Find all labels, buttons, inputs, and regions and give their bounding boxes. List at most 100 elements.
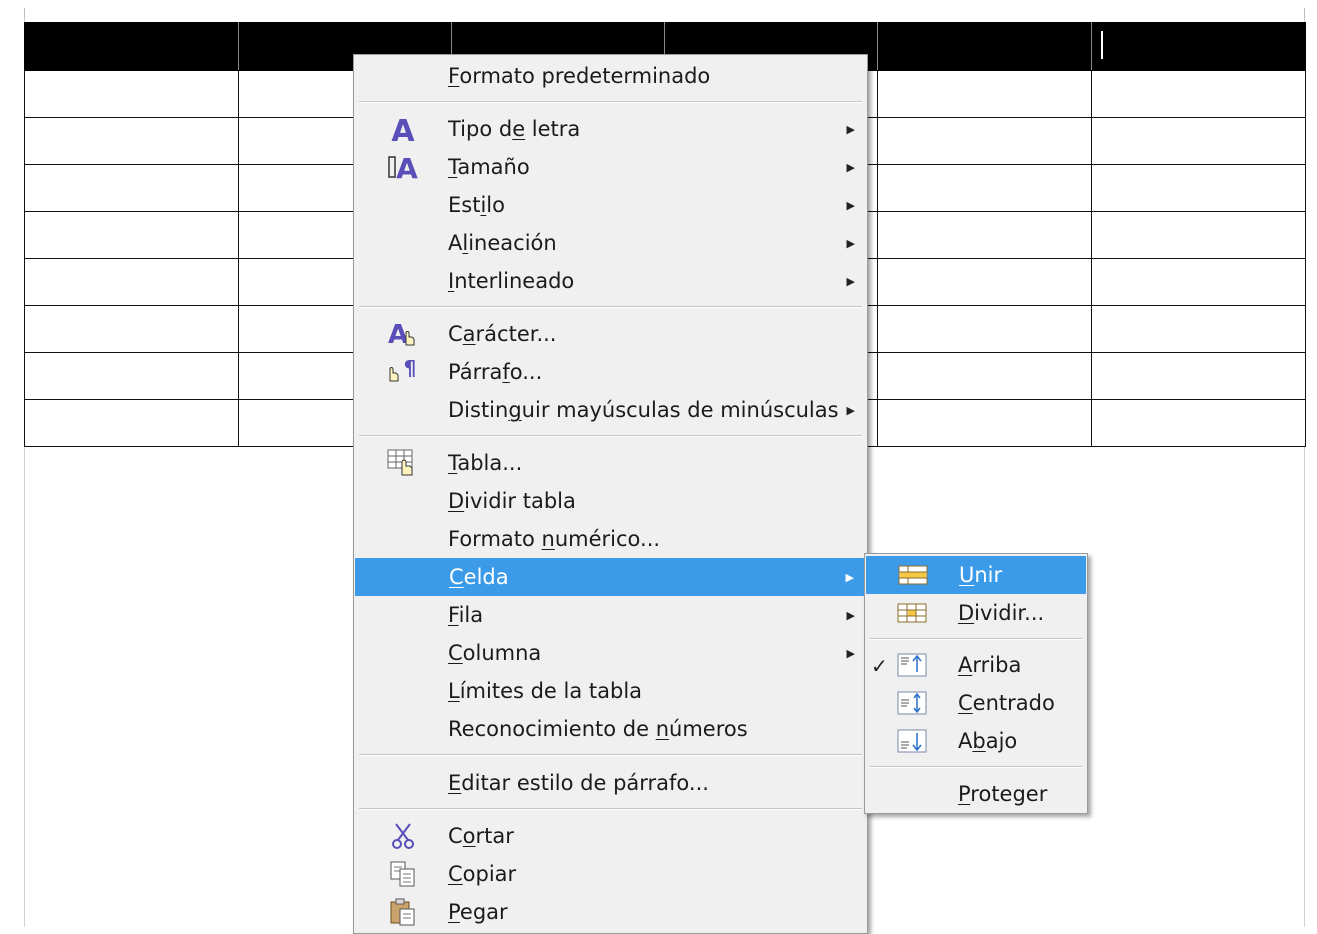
menu-item-label: Columna [448,641,542,665]
menu-item-tipo-de-letra[interactable]: A Tipo de letra ▶ [354,110,867,148]
menu-item-label: Interlineado [448,269,575,293]
cell-submenu: Unir Dividir... ✓ Arriba Centrado Abajo … [864,553,1088,814]
menu-item-parrafo[interactable]: ¶ Párrafo... [354,353,867,391]
submenu-item-proteger[interactable]: Proteger [865,775,1087,813]
submenu-arrow-icon: ▶ [845,570,854,584]
menu-item-label: Dividir tabla [448,489,576,513]
table-cell[interactable] [877,305,1092,353]
paragraph-icon: ¶ [386,357,420,387]
align-top-icon [895,650,929,680]
menu-item-label: Celda [449,565,509,589]
table-cell[interactable] [24,211,239,259]
table-cell[interactable] [1091,352,1306,400]
table-cell[interactable] [24,22,239,71]
menu-item-formato-numerico[interactable]: Formato numérico... [354,520,867,558]
menu-item-limites-de-la-tabla[interactable]: Límites de la tabla [354,672,867,710]
menu-item-alineacion[interactable]: Alineación ▶ [354,224,867,262]
submenu-item-centrado[interactable]: Centrado [865,684,1087,722]
menu-item-formato-predeterminado[interactable]: Formato predeterminado [354,57,867,95]
menu-item-copiar[interactable]: Copiar [354,855,867,893]
table-cell[interactable] [24,117,239,165]
table-cell[interactable] [1091,258,1306,306]
submenu-arrow-icon: ▶ [846,646,855,660]
table-cell[interactable] [877,164,1092,212]
text-cursor [1101,31,1103,59]
menu-item-celda[interactable]: Celda ▶ [355,558,866,596]
menu-item-label: Cortar [448,824,514,848]
table-cell[interactable] [877,258,1092,306]
paste-icon [386,897,420,927]
menu-item-label: Formato predeterminado [448,64,711,88]
submenu-item-abajo[interactable]: Abajo [865,722,1087,760]
menu-item-label: Límites de la tabla [448,679,643,703]
menu-item-caracter[interactable]: A Carácter... [354,315,867,353]
table-cell[interactable] [877,117,1092,165]
menu-item-label: Formato numérico... [448,527,661,551]
menu-item-label: Estilo [448,193,505,217]
submenu-item-unir[interactable]: Unir [866,556,1086,594]
submenu-arrow-icon: ▶ [846,608,855,622]
menu-item-label: Tipo de letra [448,117,581,141]
submenu-arrow-icon: ▶ [846,122,855,136]
menu-item-label: Alineación [448,231,557,255]
submenu-arrow-icon: ▶ [846,236,855,250]
menu-item-columna[interactable]: Columna ▶ [354,634,867,672]
menu-item-label: Pegar [448,900,508,924]
menu-item-distinguir-mayusculas[interactable]: Distinguir mayúsculas de minúsculas ▶ [354,391,867,429]
menu-item-dividir-tabla[interactable]: Dividir tabla [354,482,867,520]
submenu-item-arriba[interactable]: ✓ Arriba [865,646,1087,684]
menu-item-pegar[interactable]: Pegar [354,893,867,931]
table-cell[interactable] [1091,117,1306,165]
copy-icon [386,859,420,889]
table-cell[interactable] [877,70,1092,118]
menu-item-fila[interactable]: Fila ▶ [354,596,867,634]
table-cell[interactable] [1091,305,1306,353]
table-cell[interactable] [1091,399,1306,447]
table-cell[interactable] [1091,22,1306,71]
menu-item-tabla[interactable]: Tabla... [354,444,867,482]
menu-item-cortar[interactable]: Cortar [354,817,867,855]
menu-item-label: Editar estilo de párrafo... [448,771,709,795]
menu-item-reconocimiento-de-numeros[interactable]: Reconocimiento de números [354,710,867,748]
menu-item-label: Reconocimiento de números [448,717,748,741]
submenu-arrow-icon: ▶ [846,403,855,417]
submenu-item-label: Centrado [958,691,1055,715]
menu-separator [359,435,862,437]
table-cell[interactable] [24,352,239,400]
submenu-item-dividir[interactable]: Dividir... [865,594,1087,632]
table-cell[interactable] [877,22,1092,71]
menu-separator [359,754,862,756]
submenu-item-label: Unir [959,563,1003,587]
submenu-item-label: Dividir... [958,601,1045,625]
menu-item-tamano[interactable]: A Tamaño ▶ [354,148,867,186]
corner-mark [1304,8,1305,18]
table-cell[interactable] [24,399,239,447]
submenu-arrow-icon: ▶ [846,198,855,212]
table-cell[interactable] [24,164,239,212]
align-center-icon [895,688,929,718]
svg-text:¶: ¶ [404,357,417,380]
table-cell[interactable] [877,399,1092,447]
table-cell[interactable] [877,352,1092,400]
svg-text:A: A [388,320,408,349]
merge-cells-icon [896,560,930,590]
table-cell[interactable] [24,70,239,118]
font-icon: A [386,114,420,144]
menu-item-editar-estilo-de-parrafo[interactable]: Editar estilo de párrafo... [354,764,867,802]
menu-item-label: Párrafo... [448,360,543,384]
menu-separator [359,101,862,103]
menu-item-label: Tamaño [448,155,530,179]
menu-item-estilo[interactable]: Estilo ▶ [354,186,867,224]
menu-item-interlineado[interactable]: Interlineado ▶ [354,262,867,300]
character-icon: A [386,319,420,349]
cut-icon [386,821,420,851]
table-cell[interactable] [1091,164,1306,212]
table-cell[interactable] [877,211,1092,259]
table-cell[interactable] [1091,70,1306,118]
menu-item-label: Carácter... [448,322,557,346]
menu-item-label: Distinguir mayúsculas de minúsculas [448,398,839,422]
table-cell[interactable] [24,258,239,306]
table-cell[interactable] [24,305,239,353]
submenu-item-label: Proteger [958,782,1048,806]
table-cell[interactable] [1091,211,1306,259]
